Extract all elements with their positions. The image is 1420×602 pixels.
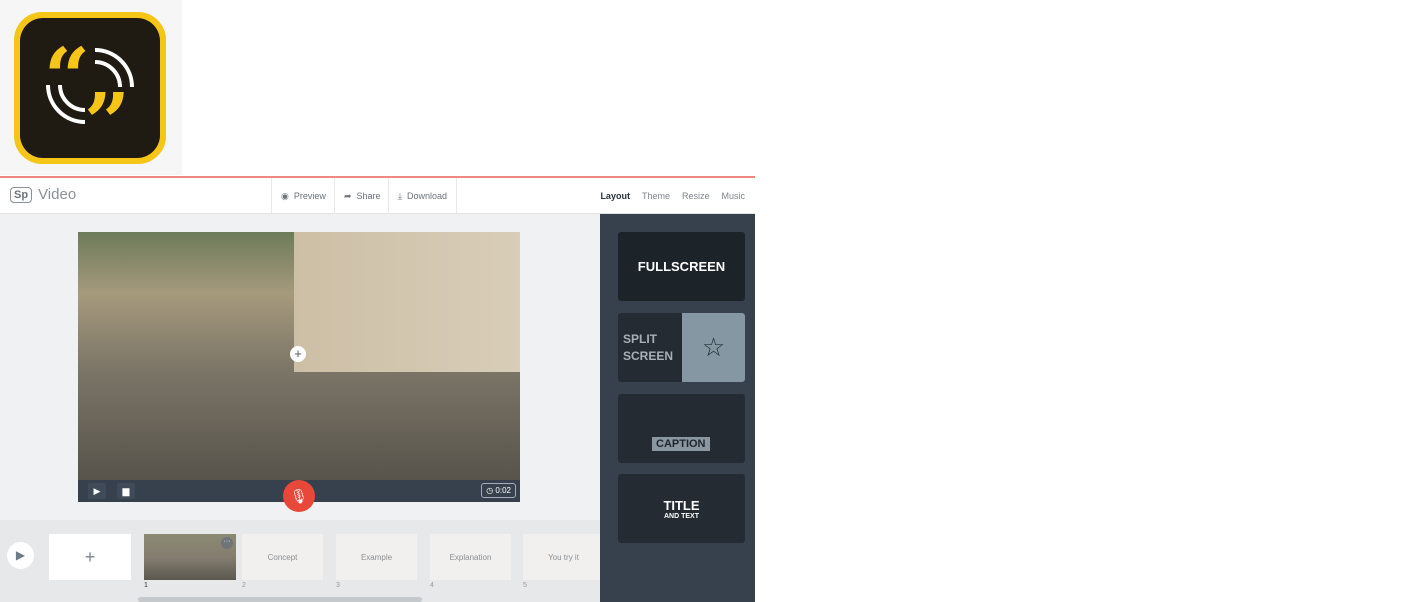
speech-bubble-icon[interactable]: ▆ — [117, 483, 135, 499]
share-button[interactable]: ➦ Share — [334, 178, 390, 214]
brand[interactable]: Sp Video — [10, 186, 76, 203]
title-label: TITLE — [663, 497, 700, 513]
tab-layout[interactable]: Layout — [600, 191, 630, 201]
duration-button[interactable]: ◷ 0:02 — [481, 483, 516, 498]
microphone-icon[interactable]: 🎙 — [283, 480, 315, 512]
layout-caption[interactable]: CAPTION — [618, 394, 745, 463]
layout-fullscreen[interactable]: FULLSCREEN — [618, 232, 745, 301]
slide-thumbnail[interactable]: ··· — [144, 534, 236, 580]
brand-name: Video — [38, 186, 77, 203]
slide-number: 4 — [430, 582, 434, 589]
video-stage: + ▶ ▆ ◷ 0:02 🎙 — [78, 232, 520, 512]
preview-button[interactable]: ◉ Preview — [271, 178, 335, 214]
top-bar: Sp Video ◉ Preview ➦ Share ⤓ Download Layou… — [0, 178, 755, 214]
spark-video-app: Sp Video ◉ Preview ➦ Share ⤓ Download Layou… — [0, 176, 755, 602]
play-icon[interactable]: ▶ — [88, 483, 106, 499]
slide-number: 2 — [242, 582, 246, 589]
timeline: ▶ + ··· 1 Concept 2 Example 3 Explanatio… — [0, 520, 604, 602]
slide-photo[interactable]: + — [78, 232, 520, 480]
slide-number: 3 — [336, 582, 340, 589]
more-options-icon[interactable]: ··· — [221, 537, 233, 549]
slide-thumbnail[interactable]: You try it — [523, 534, 604, 580]
title-sub-label: AND TEXT — [664, 512, 699, 520]
slide-thumbnail[interactable]: Explanation — [430, 534, 511, 580]
download-button[interactable]: ⤓ Download — [388, 178, 458, 214]
duration-label: 0:02 — [495, 486, 511, 495]
brand-mark: Sp — [10, 186, 33, 203]
panel-tabs: Layout Theme Resize Music — [600, 178, 745, 214]
slide-thumbnail[interactable]: Concept — [242, 534, 323, 580]
layout-split-screen[interactable]: SPLIT SCREEN ☆ — [618, 313, 745, 382]
share-arrow-icon: ➦ — [344, 190, 352, 201]
layout-panel: FULLSCREEN SPLIT SCREEN ☆ CAPTION TITLE A… — [600, 214, 755, 602]
slide-thumbnail[interactable]: Example — [336, 534, 417, 580]
tab-music[interactable]: Music — [721, 191, 745, 201]
download-label: Download — [406, 191, 448, 201]
add-element-icon[interactable]: + — [290, 346, 306, 362]
download-icon: ⤓ — [398, 190, 402, 201]
share-label: Share — [356, 191, 381, 201]
layout-title-and-text[interactable]: TITLE AND TEXT — [618, 474, 745, 543]
add-slide-button[interactable]: + — [49, 534, 131, 580]
app-logo: “ ” — [0, 0, 182, 175]
split-label: SPLIT — [623, 332, 658, 346]
slide-number: 5 — [523, 582, 527, 589]
split-label: SCREEN — [623, 349, 674, 363]
svg-text:”: ” — [84, 75, 130, 169]
play-all-button[interactable]: ▶ — [7, 542, 34, 569]
tab-resize[interactable]: Resize — [682, 191, 710, 201]
tab-theme[interactable]: Theme — [642, 191, 670, 201]
preview-label: Preview — [293, 191, 326, 201]
slide-number: 1 — [144, 582, 148, 589]
caption-label: CAPTION — [652, 437, 710, 451]
eye-icon: ◉ — [281, 190, 289, 201]
star-icon: ☆ — [682, 313, 745, 382]
